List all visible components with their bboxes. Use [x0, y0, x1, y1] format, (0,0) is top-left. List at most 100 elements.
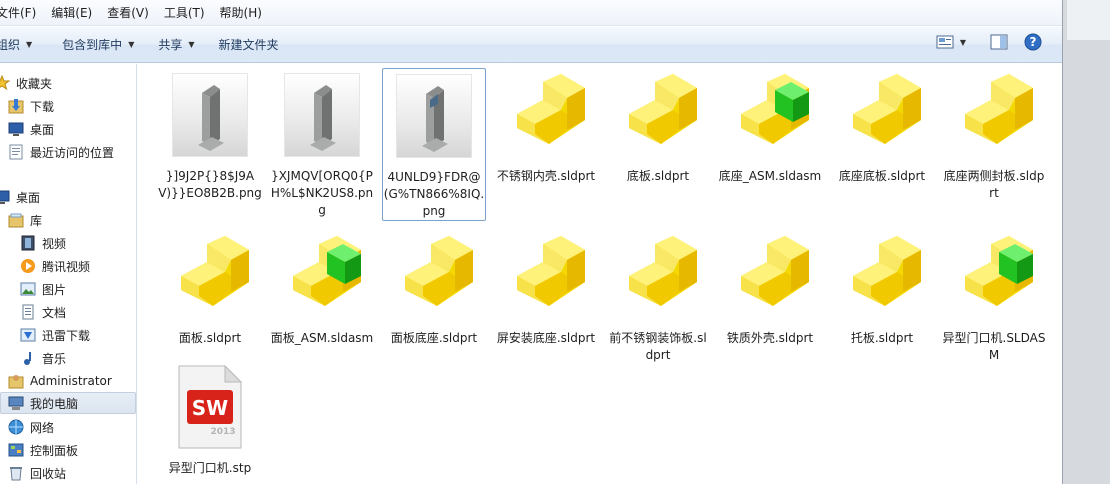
file-item[interactable]: 底座底板.sldprt — [830, 68, 934, 185]
nav-control-panel[interactable]: 控制面板 — [8, 439, 78, 461]
file-name: 底座_ASM.sldasm — [718, 169, 822, 183]
nav-label: 桌面 — [16, 190, 41, 205]
nav-documents[interactable]: 文档 — [20, 301, 66, 323]
file-item[interactable]: }XJMQV[ORQ0{PH%L$NK2US8.png — [270, 68, 374, 219]
file-item[interactable]: 异型门口机.SLDASM — [942, 230, 1046, 364]
nav-network[interactable]: 网络 — [8, 416, 54, 438]
svg-text:?: ? — [1030, 35, 1037, 49]
file-name: 前不锈钢装饰板.sldprt — [609, 331, 707, 362]
file-item[interactable]: 屏安装底座.sldprt — [494, 230, 598, 347]
tencent-video-icon — [20, 258, 36, 274]
nav-label: 腾讯视频 — [42, 259, 91, 274]
chevron-down-icon[interactable]: ▼ — [960, 38, 966, 47]
nav-label: Administrator — [30, 374, 112, 388]
nav-pictures[interactable]: 图片 — [20, 278, 66, 300]
nav-label: 文档 — [42, 305, 67, 320]
user-folder-icon — [8, 373, 24, 389]
png-thumbnail-icon — [279, 72, 365, 158]
file-name: 面板_ASM.sldasm — [270, 331, 374, 345]
nav-desktop[interactable]: 桌面 — [8, 118, 54, 140]
file-list-view: }]9J2P{}8$J9AV)}}EO8B2B.png}XJMQV[ORQ0{P… — [138, 64, 1062, 484]
menu-view[interactable]: 查看(V) — [100, 0, 157, 26]
file-item[interactable]: 底座_ASM.sldasm — [718, 68, 822, 185]
nav-recent-places[interactable]: 最近访问的位置 — [8, 141, 114, 163]
file-name: }XJMQV[ORQ0{PH%L$NK2US8.png — [270, 169, 374, 217]
sldprt-file-icon — [503, 234, 589, 320]
file-item[interactable]: 底座两侧封板.sldprt — [942, 68, 1046, 202]
nav-desktop-root[interactable]: 桌面 — [0, 186, 40, 208]
nav-videos[interactable]: 视频 — [20, 232, 66, 254]
change-view-button[interactable] — [934, 31, 956, 53]
share-label: 共享 — [158, 38, 183, 52]
chevron-down-icon: ▼ — [128, 40, 135, 49]
nav-tencent-video[interactable]: 腾讯视频 — [20, 255, 90, 277]
file-name: 屏安装底座.sldprt — [496, 331, 596, 345]
nav-xunlei-downloads[interactable]: 迅雷下载 — [20, 324, 90, 346]
menu-file[interactable]: 文件(F) — [0, 0, 44, 26]
sldasm-file-icon — [951, 234, 1037, 320]
nav-label: 下载 — [30, 99, 55, 114]
sldprt-file-icon — [615, 72, 701, 158]
share-button[interactable]: 共享 ▼ — [148, 31, 204, 59]
menu-help[interactable]: 帮助(H) — [213, 0, 270, 26]
menu-tools[interactable]: 工具(T) — [157, 0, 213, 26]
nav-favorites[interactable]: 收藏夹 — [0, 72, 52, 94]
nav-label: 库 — [30, 213, 43, 228]
file-item[interactable]: 托板.sldprt — [830, 230, 934, 347]
file-name: 不锈钢内壳.sldprt — [496, 169, 596, 183]
organize-label: 组织 — [0, 38, 21, 52]
file-item[interactable]: 不锈钢内壳.sldprt — [494, 68, 598, 185]
sldprt-file-icon — [727, 234, 813, 320]
pictures-icon — [20, 281, 36, 297]
file-name: 异型门口机.stp — [168, 461, 252, 475]
view-options-icon — [936, 35, 954, 49]
svg-text:2013: 2013 — [210, 427, 235, 437]
preview-pane-button[interactable] — [988, 31, 1010, 53]
nav-recycle-bin[interactable]: 回收站 — [8, 462, 66, 484]
sldprt-file-icon — [951, 72, 1037, 158]
nav-libraries[interactable]: 库 — [8, 209, 42, 231]
file-item[interactable]: 4UNLD9}FDR@(G%TN866%8IQ.png — [382, 68, 486, 221]
file-name: 异型门口机.SLDASM — [942, 331, 1046, 362]
file-name: 铁质外壳.sldprt — [726, 331, 814, 345]
sldprt-file-icon — [839, 234, 925, 320]
png-thumbnail-icon — [391, 73, 477, 159]
file-item[interactable]: 前不锈钢装饰板.sldprt — [606, 230, 710, 364]
file-item[interactable]: 面板.sldprt — [158, 230, 262, 347]
nav-label: 图片 — [42, 282, 67, 297]
file-item[interactable]: }]9J2P{}8$J9AV)}}EO8B2B.png — [158, 68, 262, 202]
menu-bar: 文件(F) 编辑(E) 查看(V) 工具(T) 帮助(H) — [0, 0, 1062, 26]
nav-downloads[interactable]: 下载 — [8, 95, 54, 117]
file-item[interactable]: 铁质外壳.sldprt — [718, 230, 822, 347]
sldprt-file-icon — [503, 72, 589, 158]
command-bar: 组织 ▼ 包含到库中 ▼ 共享 ▼ 新建文件夹 ▼ ? — [0, 27, 1062, 63]
include-in-library-label: 包含到库中 — [62, 38, 123, 52]
file-item[interactable]: 面板底座.sldprt — [382, 230, 486, 347]
chevron-down-icon: ▼ — [26, 40, 33, 49]
file-name: 底座底板.sldprt — [838, 169, 926, 183]
organize-button[interactable]: 组织 ▼ — [0, 31, 42, 59]
nav-computer[interactable]: 我的电脑 — [0, 392, 136, 414]
menu-edit[interactable]: 编辑(E) — [44, 0, 100, 26]
file-name: 托板.sldprt — [850, 331, 914, 345]
preview-pane-icon — [990, 34, 1008, 50]
chevron-down-icon: ▼ — [188, 40, 195, 49]
nav-label: 收藏夹 — [16, 76, 53, 91]
sldasm-file-icon — [279, 234, 365, 320]
file-name: 底座两侧封板.sldprt — [943, 169, 1045, 200]
file-name: 4UNLD9}FDR@(G%TN866%8IQ.png — [383, 170, 485, 218]
nav-administrator[interactable]: Administrator — [8, 370, 112, 392]
computer-icon — [8, 395, 24, 411]
help-icon: ? — [1024, 33, 1042, 51]
documents-icon — [20, 304, 36, 320]
help-button[interactable]: ? — [1022, 31, 1044, 53]
include-in-library-button[interactable]: 包含到库中 ▼ — [52, 31, 144, 59]
file-item[interactable]: SW 2013 异型门口机.stp — [158, 360, 262, 477]
file-item[interactable]: 面板_ASM.sldasm — [270, 230, 374, 347]
navigation-pane: 收藏夹 下载 桌面 最近访问的位置 桌面 库 视频 腾讯视频 图片 文档 迅雷下… — [0, 64, 137, 484]
nav-music[interactable]: 音乐 — [20, 347, 66, 369]
nav-label: 控制面板 — [30, 443, 79, 458]
file-item[interactable]: 底板.sldprt — [606, 68, 710, 185]
file-name: 底板.sldprt — [626, 169, 690, 183]
new-folder-button[interactable]: 新建文件夹 — [209, 31, 289, 59]
